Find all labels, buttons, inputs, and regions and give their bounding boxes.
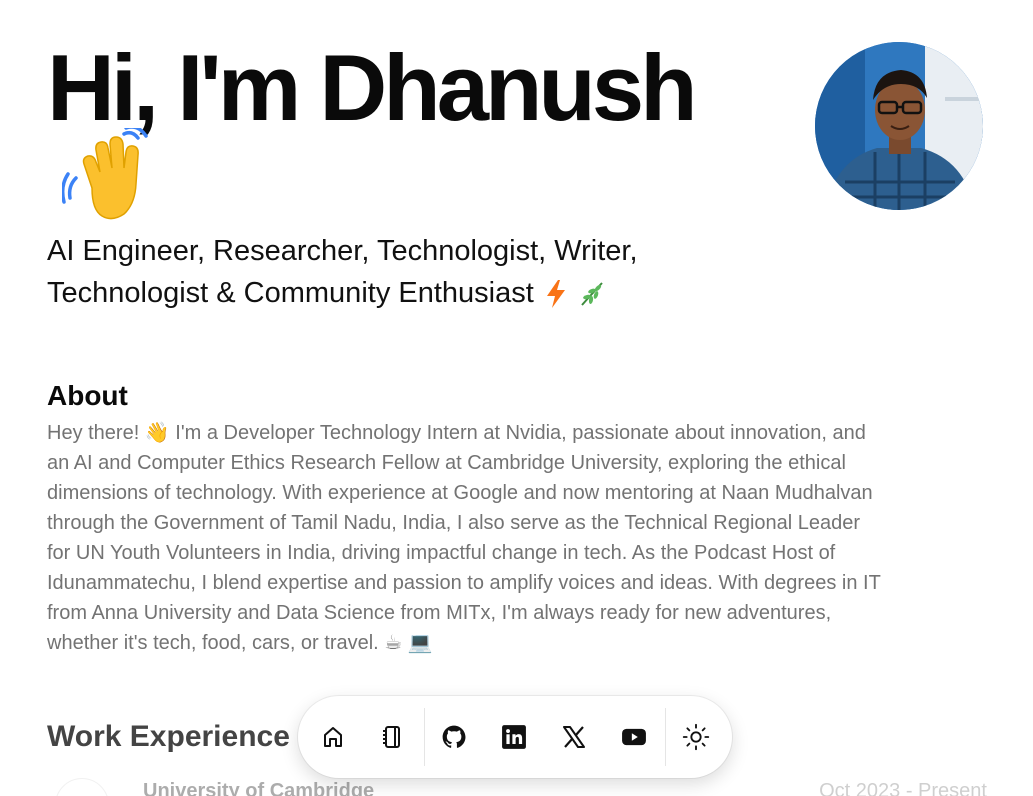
about-title: About xyxy=(47,380,128,411)
github-button[interactable] xyxy=(434,717,474,757)
about-line: for UN Youth Volunteers in India, drivin… xyxy=(47,542,836,564)
bottom-dock xyxy=(298,696,732,778)
portfolio-page: Hi, I'm Dhanush AI Engineer, Researcher,… xyxy=(0,0,1033,796)
work-experience-title: Work Experience xyxy=(47,720,290,753)
x-icon xyxy=(563,726,585,748)
youtube-button[interactable] xyxy=(614,717,654,757)
avatar xyxy=(815,42,983,210)
work-date: Oct 2023 - Present xyxy=(819,780,987,796)
subtitle-line-2: Technologist & Community Enthusiast xyxy=(47,272,747,314)
herb-icon xyxy=(581,282,603,307)
github-icon xyxy=(442,725,466,748)
dock-divider xyxy=(424,708,425,766)
blog-button[interactable] xyxy=(372,717,412,757)
about-text: Hey there! 👋 I'm a Developer Technology … xyxy=(47,418,987,658)
x-button[interactable] xyxy=(554,717,594,757)
about-line: an AI and Computer Ethics Research Fello… xyxy=(47,452,846,474)
about-line: through the Government of Tamil Nadu, In… xyxy=(47,512,861,534)
lightning-bolt-icon xyxy=(546,280,565,309)
about-line: Idunammatechu, I blend expertise and pas… xyxy=(47,572,881,594)
about-line: Hey there! 👋 I'm a Developer Technology … xyxy=(47,422,866,444)
dock-divider xyxy=(665,708,666,766)
linkedin-button[interactable] xyxy=(494,717,534,757)
subtitle-line-2-text: Technologist & Community Enthusiast xyxy=(47,277,534,309)
subtitle-line-1: AI Engineer, Researcher, Technologist, W… xyxy=(47,235,638,267)
about-line: whether it's tech, food, cars, or travel… xyxy=(47,632,433,654)
hero-subtitle: AI Engineer, Researcher, Technologist, W… xyxy=(47,230,747,314)
work-company: University of Cambridge xyxy=(143,780,375,796)
about-line: from Anna University and Data Science fr… xyxy=(47,602,832,624)
sun-icon xyxy=(682,723,710,751)
notebook-icon xyxy=(383,726,400,748)
linkedin-icon xyxy=(502,725,526,749)
home-icon xyxy=(324,727,342,747)
theme-toggle-button[interactable] xyxy=(676,717,716,757)
youtube-icon xyxy=(622,728,646,746)
about-line: dimensions of technology. With experienc… xyxy=(47,482,873,504)
avatar-photo xyxy=(815,42,983,210)
hero-title: Hi, I'm Dhanush xyxy=(47,35,698,140)
home-button[interactable] xyxy=(313,717,353,757)
university-logo-icon xyxy=(55,778,109,796)
waving-hand-icon xyxy=(62,128,148,220)
